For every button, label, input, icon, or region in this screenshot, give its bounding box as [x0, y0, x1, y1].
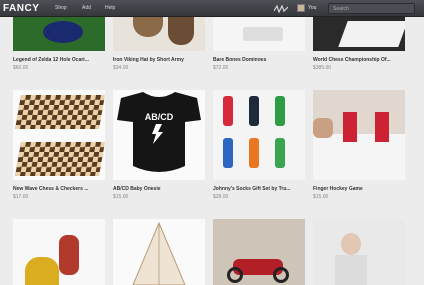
product-image-zelda[interactable] — [13, 17, 105, 51]
fancy-logo[interactable]: FANCY — [3, 3, 39, 14]
product-title[interactable]: Johnny's Socks Gift Set by Tru... — [213, 186, 305, 192]
product-price: $385.00 — [313, 65, 332, 71]
onesie-graphic: AB/CD — [117, 92, 201, 172]
product-title[interactable]: Finger Hockey Game — [313, 186, 405, 192]
teepee-graphic — [132, 221, 186, 285]
nav-add[interactable]: Add — [82, 5, 91, 11]
sock — [223, 96, 233, 126]
product-image-motorcycle[interactable] — [213, 219, 305, 285]
product-image-baby[interactable] — [313, 219, 405, 285]
search-placeholder: Search — [333, 6, 349, 12]
sock — [249, 138, 259, 168]
activity-icon[interactable] — [274, 5, 288, 13]
product-price: $60.00 — [13, 65, 29, 71]
sock — [249, 96, 259, 126]
sock — [275, 138, 285, 168]
product-price: $15.00 — [313, 194, 329, 200]
product-image-finger-hockey[interactable] — [313, 90, 405, 180]
product-title[interactable]: Bare Bones Dominoes — [213, 57, 305, 63]
user-label[interactable]: You — [308, 5, 316, 11]
product-title[interactable]: AB/CD Baby Onesie — [113, 186, 205, 192]
product-image-viking-hat[interactable] — [113, 17, 205, 51]
checkers-board — [15, 142, 105, 176]
product-image-world-chess[interactable] — [313, 17, 405, 51]
product-image-kids[interactable] — [13, 219, 105, 285]
product-image-teepee[interactable] — [113, 219, 205, 285]
sock — [275, 96, 285, 126]
product-title[interactable]: Legend of Zelda 12 Hole Ocari... — [13, 57, 105, 63]
nav-shop[interactable]: Shop — [55, 5, 67, 11]
product-image-onesie[interactable]: AB/CD — [113, 90, 205, 180]
product-title[interactable]: New Wave Chess & Checkers ... — [13, 186, 105, 192]
product-image-socks[interactable] — [213, 90, 305, 180]
product-price: $34.00 — [113, 65, 129, 71]
product-price: $17.00 — [13, 194, 29, 200]
search-input[interactable]: Search — [328, 3, 415, 14]
nav-help[interactable]: Help — [105, 5, 115, 11]
product-title[interactable]: Iron Viking Hat by Short Army — [113, 57, 205, 63]
product-price: $72.00 — [213, 65, 229, 71]
user-avatar[interactable] — [297, 4, 305, 12]
product-title[interactable]: World Chess Championship Of... — [313, 57, 405, 63]
top-navbar: FANCY Shop Add Help You Search — [0, 0, 424, 17]
product-image-chess-checkers[interactable] — [13, 90, 105, 180]
onesie-label: AB/CD — [145, 112, 174, 122]
product-price: $28.00 — [213, 194, 229, 200]
product-price: $15.00 — [113, 194, 129, 200]
chess-board — [15, 95, 105, 129]
product-image-dominoes[interactable] — [213, 17, 305, 51]
sock — [223, 138, 233, 168]
